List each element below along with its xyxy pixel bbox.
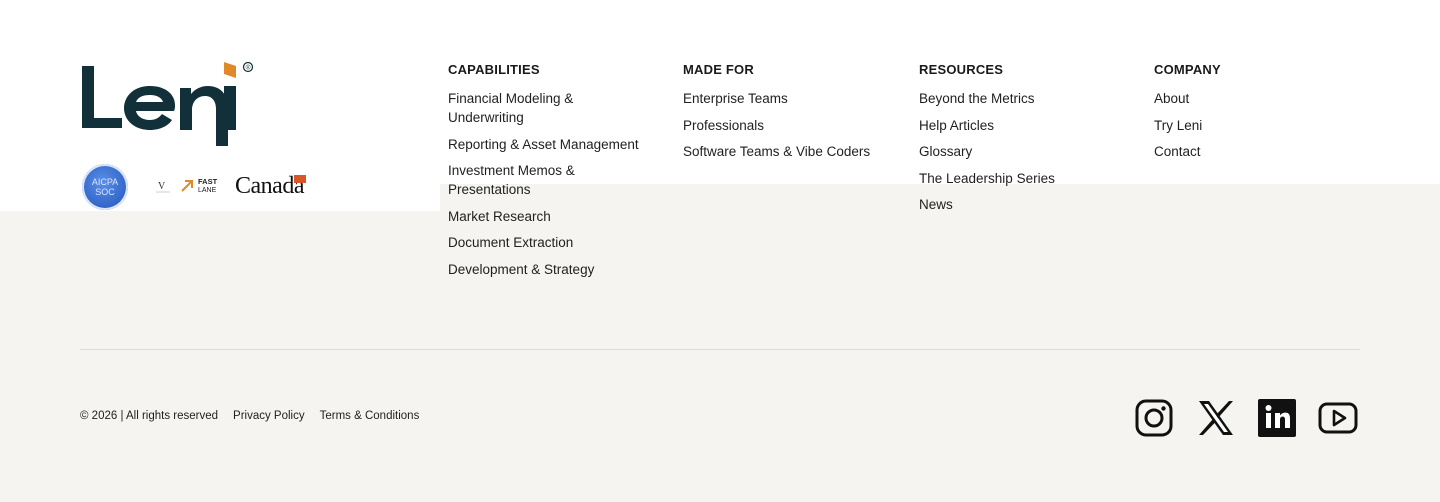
- youtube-icon[interactable]: [1318, 398, 1358, 438]
- fastlane-badge: V FAST LANE: [156, 177, 218, 194]
- link-help-articles[interactable]: Help Articles: [919, 116, 1055, 135]
- link-market-research[interactable]: Market Research: [448, 207, 639, 226]
- certification-badges: AICPA SOC V FAST LANE Canada: [80, 163, 330, 213]
- copyright-text: © 2026 | All rights reserved: [80, 410, 219, 422]
- column-company: COMPANY About Try Leni Contact: [1154, 62, 1221, 169]
- link-glossary[interactable]: Glossary: [919, 142, 1055, 161]
- link-about[interactable]: About: [1154, 89, 1221, 108]
- svg-text:®: ®: [246, 64, 251, 72]
- logo-letters: [82, 62, 236, 146]
- soc-line1: AICPA: [91, 177, 119, 187]
- link-software-teams[interactable]: Software Teams & Vibe Coders: [683, 142, 870, 161]
- footer-divider: [80, 349, 1360, 350]
- registered-mark: ®: [242, 61, 254, 73]
- terms-conditions-link[interactable]: Terms & Conditions: [320, 410, 420, 422]
- canada-wordmark: Canada: [235, 173, 306, 200]
- link-reporting[interactable]: Reporting & Asset Management: [448, 135, 639, 154]
- svg-text:V: V: [158, 181, 166, 192]
- column-heading: RESOURCES: [919, 62, 1004, 77]
- arrow-icon: [181, 180, 193, 192]
- legal-bar: © 2026 | All rights reserved Privacy Pol…: [80, 410, 419, 422]
- leni-logo[interactable]: ®: [80, 58, 256, 150]
- link-document-extraction[interactable]: Document Extraction: [448, 233, 639, 252]
- privacy-policy-link[interactable]: Privacy Policy: [233, 410, 305, 422]
- link-news[interactable]: News: [919, 195, 1055, 214]
- link-investment-memos[interactable]: Investment Memos & Presentations: [448, 161, 598, 199]
- link-contact[interactable]: Contact: [1154, 142, 1221, 161]
- column-heading: COMPANY: [1154, 62, 1221, 77]
- soc-line2: SOC: [95, 187, 115, 197]
- instagram-icon[interactable]: [1134, 398, 1174, 438]
- x-icon[interactable]: [1196, 398, 1236, 438]
- column-heading: CAPABILITIES: [448, 62, 540, 77]
- column-made-for: MADE FOR Enterprise Teams Professionals …: [683, 62, 870, 169]
- link-enterprise-teams[interactable]: Enterprise Teams: [683, 89, 870, 108]
- column-resources: RESOURCES Beyond the Metrics Help Articl…: [919, 62, 1055, 222]
- link-financial-modeling[interactable]: Financial Modeling & Underwriting: [448, 89, 618, 127]
- column-capabilities: CAPABILITIES Financial Modeling & Underw…: [448, 62, 639, 286]
- link-professionals[interactable]: Professionals: [683, 116, 870, 135]
- column-heading: MADE FOR: [683, 62, 754, 77]
- canada-flag-icon: [293, 175, 306, 183]
- link-try-leni[interactable]: Try Leni: [1154, 116, 1221, 135]
- link-leadership-series[interactable]: The Leadership Series: [919, 169, 1055, 188]
- aicpa-soc-badge: AICPA SOC: [82, 164, 128, 210]
- svg-text:LANE: LANE: [198, 187, 217, 194]
- link-beyond-the-metrics[interactable]: Beyond the Metrics: [919, 89, 1055, 108]
- link-development-strategy[interactable]: Development & Strategy: [448, 260, 639, 279]
- linkedin-icon[interactable]: [1257, 398, 1297, 438]
- svg-text:FAST: FAST: [198, 177, 218, 186]
